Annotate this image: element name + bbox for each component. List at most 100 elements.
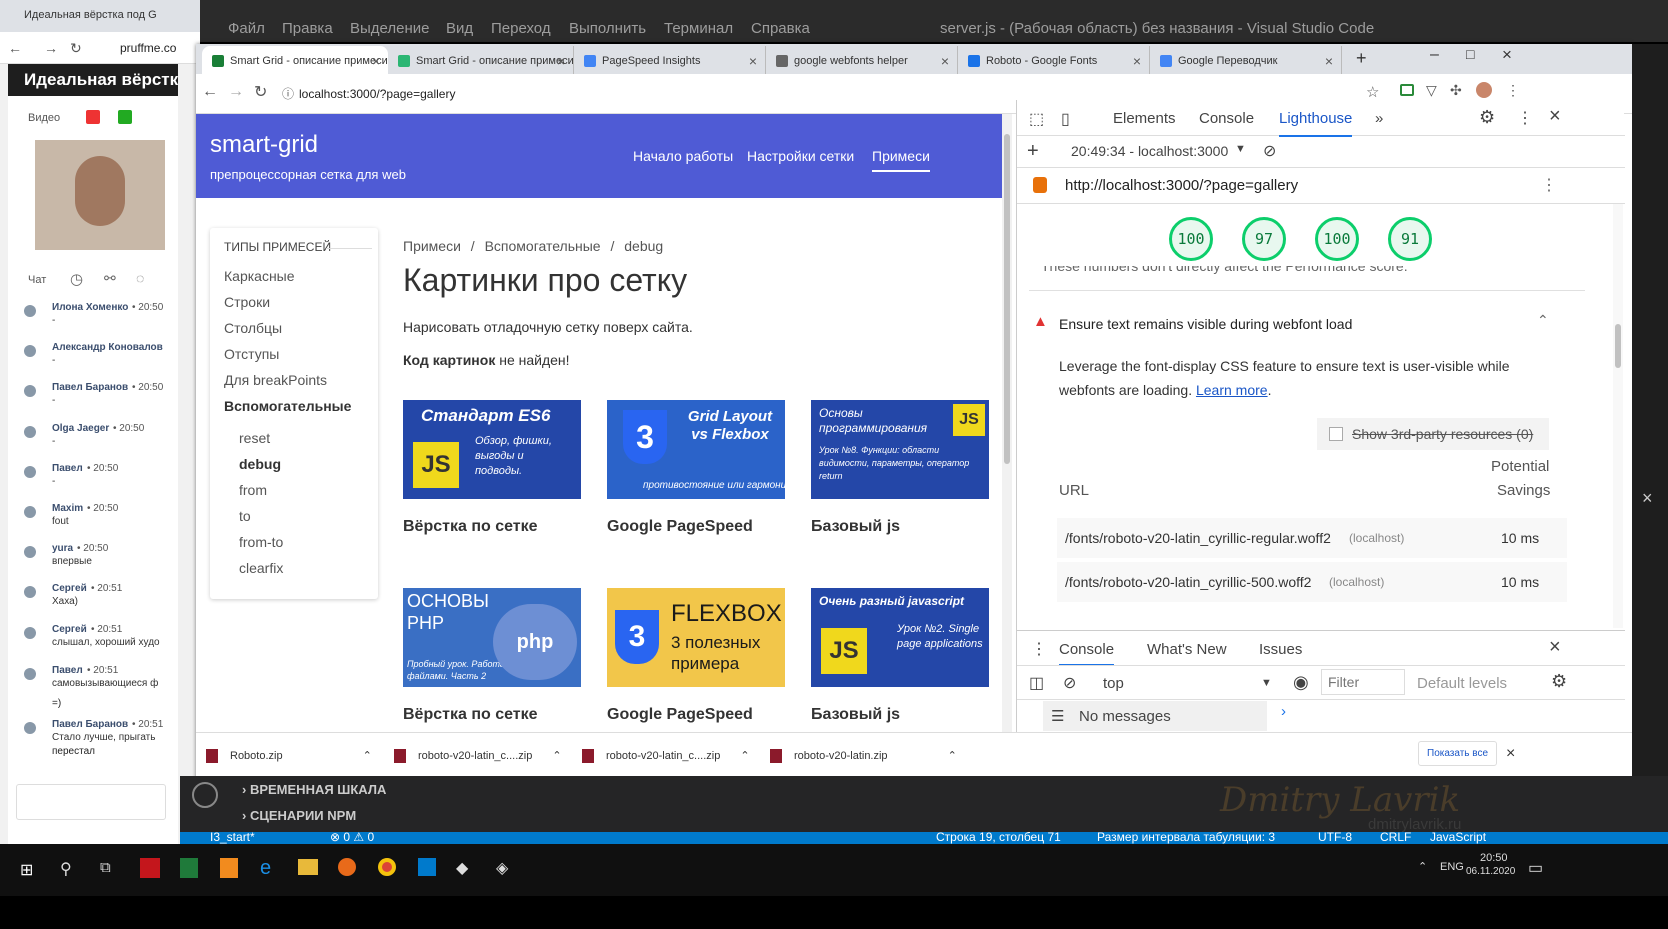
chevron-up-icon[interactable]: ⌃ bbox=[1537, 312, 1549, 329]
gear-icon[interactable]: ⚙ bbox=[1479, 107, 1495, 128]
table-row[interactable]: /fonts/roboto-v20-latin_cyrillic-500.wof… bbox=[1057, 562, 1567, 602]
chevron-up-icon[interactable]: ⌃ bbox=[948, 750, 957, 762]
language-status[interactable]: JavaScript bbox=[1430, 832, 1486, 844]
tab-smart-grid-2[interactable]: Smart Grid - описание примеси × bbox=[388, 46, 574, 74]
tab-smart-grid-1[interactable]: Smart Grid - описание примеси × bbox=[202, 46, 388, 74]
close-icon[interactable]: × bbox=[1506, 745, 1515, 763]
drawer-tab-issues[interactable]: Issues bbox=[1259, 641, 1302, 658]
language-indicator[interactable]: ENG bbox=[1440, 861, 1464, 873]
app-icon[interactable]: ◆ bbox=[456, 858, 468, 878]
audit-title[interactable]: Ensure text remains visible during webfo… bbox=[1059, 316, 1352, 332]
inspect-icon[interactable]: ⬚ bbox=[1029, 109, 1044, 129]
score-seo[interactable]: 91 bbox=[1388, 217, 1432, 261]
page-scrollbar[interactable] bbox=[1002, 114, 1012, 794]
close-icon[interactable]: × bbox=[1549, 105, 1561, 128]
error-status[interactable]: ⊗ 0 ⚠ 0 bbox=[330, 832, 374, 844]
vscode-menu-view[interactable]: Вид bbox=[446, 20, 473, 37]
menu-icon[interactable]: ⋮ bbox=[1506, 82, 1520, 99]
window-close-icon[interactable]: × bbox=[1502, 45, 1512, 65]
tab-elements[interactable]: Elements bbox=[1113, 110, 1176, 127]
context-select[interactable]: top bbox=[1103, 675, 1124, 692]
eye-icon[interactable]: ◉ bbox=[1293, 672, 1309, 693]
tab-console[interactable]: Console bbox=[1199, 110, 1254, 127]
clear-icon[interactable]: ⊘ bbox=[1263, 141, 1276, 161]
audited-url[interactable]: http://localhost:3000/?page=gallery bbox=[1065, 177, 1298, 194]
puzzle-icon[interactable]: ✣ bbox=[1450, 82, 1462, 99]
show-all-button[interactable]: Показать все bbox=[1418, 741, 1498, 766]
prompt-icon[interactable]: › bbox=[1281, 703, 1286, 720]
card-caption[interactable]: Базовый js bbox=[811, 518, 900, 536]
kebab-icon[interactable]: ⋮ bbox=[1031, 639, 1047, 659]
card-caption[interactable]: Google PageSpeed bbox=[607, 518, 753, 536]
site-logo[interactable]: smart-grid bbox=[210, 131, 318, 159]
card-image[interactable]: Grid Layout vs Flexbox противостояние ил… bbox=[607, 400, 785, 499]
sidebar-sub-reset[interactable]: reset bbox=[239, 430, 270, 446]
sidebar-sub-from[interactable]: from bbox=[239, 482, 267, 498]
clock-icon[interactable]: ◷ bbox=[70, 270, 83, 288]
minimize-icon[interactable]: – bbox=[1430, 46, 1439, 64]
avatar[interactable] bbox=[1476, 82, 1492, 98]
score-performance[interactable]: 100 bbox=[1169, 217, 1213, 261]
app-icon[interactable]: ◈ bbox=[496, 858, 508, 878]
chevron-up-icon[interactable]: ⌃ bbox=[552, 750, 561, 762]
sidebar-item-frame[interactable]: Каркасные bbox=[224, 268, 295, 284]
sidebar-item-columns[interactable]: Столбцы bbox=[224, 320, 282, 336]
table-row[interactable]: /fonts/roboto-v20-latin_cyrillic-regular… bbox=[1057, 518, 1567, 558]
drawer-tab-console[interactable]: Console bbox=[1059, 641, 1115, 666]
drawer-tab-whats-new[interactable]: What's New bbox=[1147, 641, 1227, 658]
encoding-status[interactable]: UTF-8 bbox=[1318, 832, 1352, 844]
breadcrumb-mixins[interactable]: Примеси bbox=[403, 238, 461, 254]
kebab-icon[interactable]: ⋮ bbox=[1517, 108, 1533, 128]
report-select[interactable]: 20:49:34 - localhost:3000 bbox=[1071, 143, 1228, 159]
sidebar-toggle-icon[interactable]: ◫ bbox=[1029, 673, 1044, 693]
vpn-icon[interactable]: ▽ bbox=[1426, 82, 1437, 99]
new-tab-icon[interactable]: + bbox=[1356, 48, 1367, 69]
edge-icon[interactable]: e bbox=[260, 857, 271, 880]
video-label[interactable]: Видео bbox=[28, 112, 60, 124]
back-icon[interactable]: ← bbox=[202, 83, 218, 101]
record-icon[interactable] bbox=[86, 110, 100, 124]
more-tabs-icon[interactable]: » bbox=[1375, 110, 1383, 127]
star-icon[interactable]: ☆ bbox=[1366, 83, 1379, 101]
checkbox[interactable] bbox=[1329, 427, 1343, 441]
score-accessibility[interactable]: 97 bbox=[1242, 217, 1286, 261]
info-icon[interactable]: ⓘ bbox=[282, 85, 294, 102]
back-icon[interactable]: ← bbox=[8, 40, 22, 56]
left-browser-tab[interactable]: Идеальная вёрстка под G bbox=[0, 0, 200, 32]
vscode-icon[interactable] bbox=[418, 858, 436, 876]
eol-status[interactable]: CRLF bbox=[1380, 832, 1411, 844]
maximize-icon[interactable]: □ bbox=[1466, 46, 1474, 62]
tab-translate[interactable]: Google Переводчик × bbox=[1150, 46, 1342, 74]
close-icon[interactable]: × bbox=[1325, 53, 1333, 69]
search-icon[interactable]: ⚲ bbox=[60, 859, 72, 879]
download-item[interactable]: roboto-v20-latin_c....zip ⌃ bbox=[394, 749, 562, 764]
tab-webfonts-helper[interactable]: google webfonts helper × bbox=[766, 46, 958, 74]
folder-icon[interactable] bbox=[298, 859, 318, 875]
add-icon[interactable]: + bbox=[1027, 140, 1039, 163]
download-item[interactable]: roboto-v20-latin_c....zip ⌃ bbox=[582, 749, 750, 764]
close-icon[interactable]: × bbox=[557, 53, 565, 69]
device-toggle-icon[interactable]: ▯ bbox=[1061, 109, 1070, 129]
vscode-menu-file[interactable]: Файл bbox=[228, 20, 265, 37]
card-image[interactable]: ОСНОВЫ PHP Пробный урок. Работа с файлам… bbox=[403, 588, 581, 687]
chevron-up-icon[interactable]: ⌃ bbox=[740, 750, 749, 762]
card-caption[interactable]: Google PageSpeed bbox=[607, 706, 753, 724]
third-party-toggle[interactable]: Show 3rd-party resources (0) bbox=[1317, 418, 1549, 450]
section-npm[interactable]: › СЦЕНАРИИ NPM bbox=[242, 808, 356, 823]
card-caption[interactable]: Вёрстка по сетке bbox=[403, 706, 538, 724]
reload-icon[interactable]: ↻ bbox=[70, 40, 82, 57]
tab-lighthouse[interactable]: Lighthouse bbox=[1279, 110, 1353, 137]
cursor-position[interactable]: Строка 19, столбец 71 bbox=[936, 832, 1061, 844]
branch-status[interactable]: I3_start* bbox=[210, 832, 255, 844]
resource-url[interactable]: /fonts/roboto-v20-latin_cyrillic-regular… bbox=[1065, 530, 1331, 546]
card-image[interactable]: Стандарт ES6 Обзор, фишки, выгоды и подв… bbox=[403, 400, 581, 499]
notifications-icon[interactable]: ▭ bbox=[1528, 858, 1543, 878]
sidebar-sub-debug[interactable]: debug bbox=[239, 456, 281, 472]
chat-label[interactable]: Чат bbox=[28, 274, 46, 286]
vscode-menu-selection[interactable]: Выделение bbox=[350, 20, 429, 37]
gear-icon[interactable]: ⚙ bbox=[1551, 671, 1567, 692]
close-icon[interactable]: × bbox=[1133, 53, 1141, 69]
clock-date[interactable]: 06.11.2020 bbox=[1466, 866, 1515, 877]
chevron-up-icon[interactable]: ⌃ bbox=[363, 750, 372, 762]
firefox-icon[interactable] bbox=[338, 858, 356, 876]
